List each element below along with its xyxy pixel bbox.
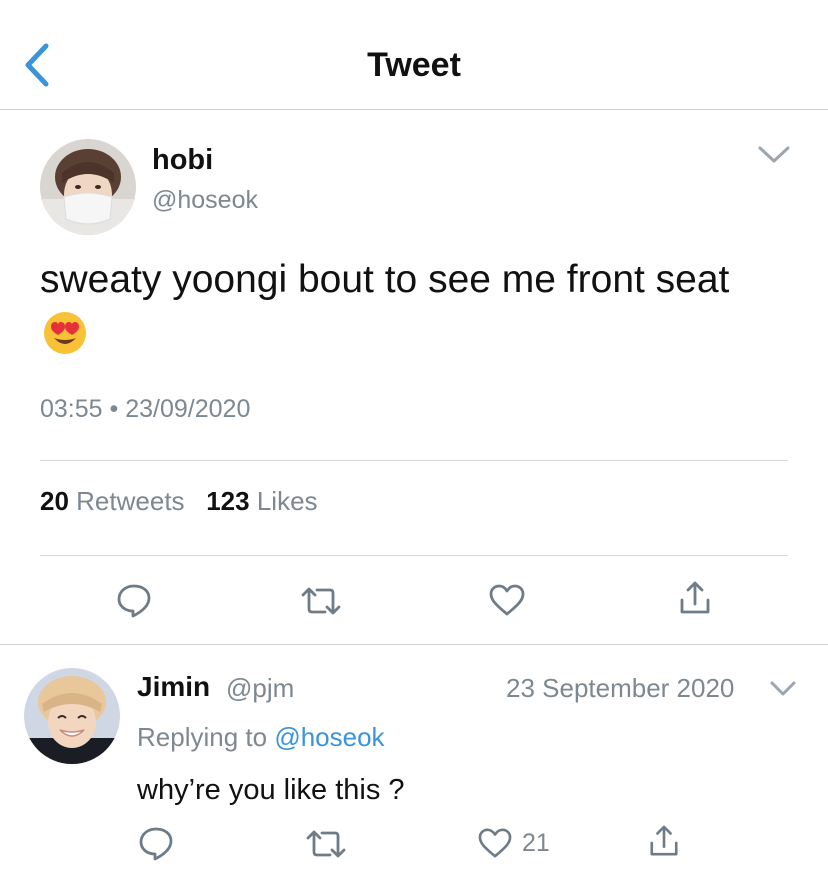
share-icon xyxy=(680,581,710,614)
like-count: 123 xyxy=(206,486,250,516)
share-button[interactable] xyxy=(678,580,712,621)
reply-menu-button[interactable] xyxy=(768,678,798,700)
retweet-label: Retweets xyxy=(76,486,185,516)
replying-mention-link[interactable]: @hoseok xyxy=(274,722,384,752)
retweet-icon xyxy=(301,587,341,615)
replying-to: Replying to @hoseok xyxy=(137,722,385,753)
tweet-menu-button[interactable] xyxy=(756,142,792,168)
share-icon xyxy=(650,825,678,856)
reply-retweet-button[interactable] xyxy=(306,828,346,865)
tweet-date: 23/09/2020 xyxy=(125,395,251,423)
tweet-time: 03:55 xyxy=(40,395,103,423)
reply-like-button[interactable] xyxy=(477,827,513,864)
retweet-icon xyxy=(306,830,346,858)
like-button[interactable] xyxy=(488,583,526,622)
header-bar: Tweet xyxy=(0,0,828,110)
heart-eyes-emoji xyxy=(42,310,88,356)
reply-text: why’re you like this ? xyxy=(137,774,405,806)
author-handle[interactable]: @hoseok xyxy=(152,186,258,215)
replying-prefix: Replying to xyxy=(137,722,268,752)
retweet-button[interactable] xyxy=(301,585,341,622)
reply-date: 23 September 2020 xyxy=(506,673,735,703)
heart-icon xyxy=(489,584,525,616)
tweet-timestamp: 03:55 • 23/09/2020 xyxy=(40,395,250,424)
reply-author-name[interactable]: Jimin xyxy=(137,671,210,703)
reply-author-avatar[interactable] xyxy=(24,668,120,764)
tweet-stats: 20 Retweets 123 Likes xyxy=(40,486,318,517)
reply-like-count: 21 xyxy=(522,829,550,857)
chevron-down-icon xyxy=(770,681,796,696)
reply-share-button[interactable] xyxy=(648,823,680,864)
divider xyxy=(40,460,788,461)
reply-icon xyxy=(117,584,151,618)
reply-author-handle[interactable]: @pjm xyxy=(226,673,294,704)
retweet-stat[interactable]: 20 Retweets xyxy=(40,486,185,516)
time-separator: • xyxy=(109,395,119,423)
divider xyxy=(0,644,828,645)
like-stat[interactable]: 123 Likes xyxy=(206,486,317,516)
author-name[interactable]: hobi xyxy=(152,144,213,177)
avatar-image xyxy=(24,668,120,764)
author-avatar[interactable] xyxy=(40,139,136,235)
reply-reply-button[interactable] xyxy=(138,825,174,866)
like-label: Likes xyxy=(256,486,318,516)
heart-icon xyxy=(478,828,512,858)
retweet-count: 20 xyxy=(40,486,69,516)
avatar-image xyxy=(40,139,136,235)
chevron-down-icon xyxy=(758,146,790,163)
reply-icon xyxy=(139,827,173,861)
reply-button[interactable] xyxy=(116,582,152,623)
divider xyxy=(40,555,788,556)
tweet-text: sweaty yoongi bout to see me front seat xyxy=(40,258,730,301)
page-title: Tweet xyxy=(367,46,461,84)
